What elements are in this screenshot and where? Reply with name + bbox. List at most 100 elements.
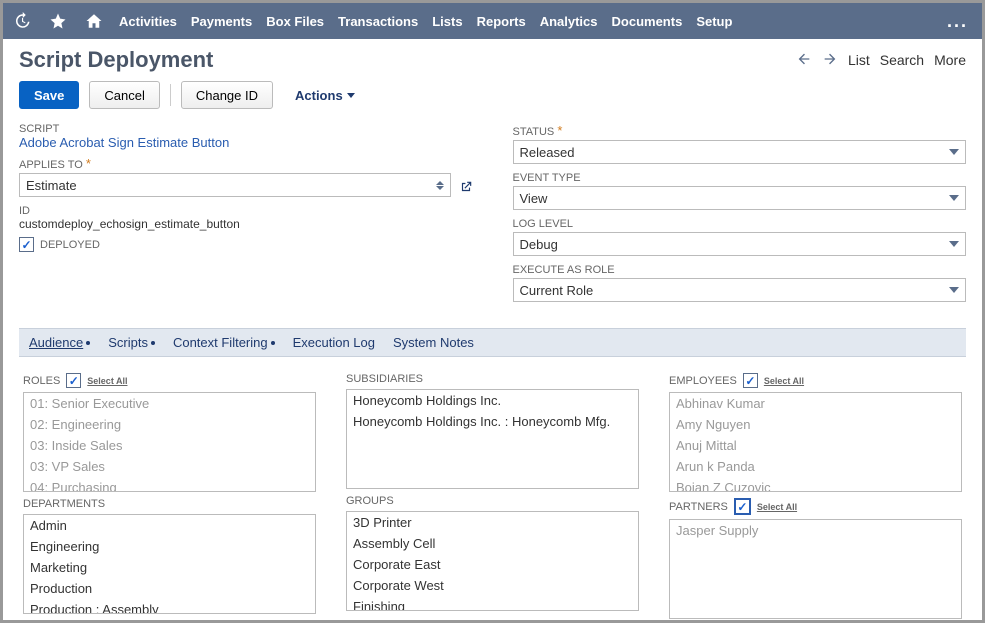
tab-contextfiltering[interactable]: Context Filtering	[173, 335, 275, 350]
popout-icon[interactable]	[459, 180, 473, 197]
status-label: STATUS *	[513, 123, 967, 138]
subsidiaries-listbox[interactable]: Honeycomb Holdings Inc. Honeycomb Holdin…	[346, 389, 639, 489]
list-item[interactable]: Admin	[24, 515, 315, 536]
page-title: Script Deployment	[19, 47, 796, 73]
dot-icon	[271, 341, 275, 345]
nav-reports[interactable]: Reports	[477, 14, 526, 29]
list-item[interactable]: 3D Printer	[347, 512, 638, 533]
tab-bar: Audience Scripts Context Filtering Execu…	[19, 328, 966, 357]
departments-listbox[interactable]: Admin Engineering Marketing Production P…	[23, 514, 316, 614]
home-icon[interactable]	[83, 10, 105, 32]
employees-selectall-checkbox[interactable]	[743, 373, 758, 388]
partners-selectall-link[interactable]: Select All	[757, 502, 797, 512]
tab-systemnotes[interactable]: System Notes	[393, 335, 474, 350]
actions-label: Actions	[295, 88, 343, 103]
nav-transactions[interactable]: Transactions	[338, 14, 418, 29]
star-icon[interactable]	[47, 10, 69, 32]
list-item[interactable]: Production : Assembly	[24, 599, 315, 614]
divider	[170, 84, 171, 106]
deployed-label: DEPLOYED	[40, 239, 100, 251]
nav-boxfiles[interactable]: Box Files	[266, 14, 324, 29]
executerole-label: EXECUTE AS ROLE	[513, 264, 967, 276]
top-nav: Activities Payments Box Files Transactio…	[3, 3, 982, 39]
list-item[interactable]: Production	[24, 578, 315, 599]
list-item[interactable]: Engineering	[24, 536, 315, 557]
employees-selectall-link[interactable]: Select All	[764, 376, 804, 386]
tab-audience[interactable]: Audience	[29, 335, 90, 350]
status-value: Released	[520, 145, 575, 160]
executerole-value: Current Role	[520, 283, 594, 298]
partners-listbox[interactable]: Jasper Supply	[669, 519, 962, 619]
list-item[interactable]: Abhinav Kumar	[670, 393, 961, 414]
nav-payments[interactable]: Payments	[191, 14, 252, 29]
loglevel-value: Debug	[520, 237, 558, 252]
eventtype-value: View	[520, 191, 548, 206]
status-select[interactable]: Released	[513, 140, 967, 164]
deployed-checkbox[interactable]	[19, 237, 34, 252]
nav-analytics[interactable]: Analytics	[540, 14, 598, 29]
list-item[interactable]: 02: Engineering	[24, 414, 315, 435]
list-item[interactable]: Honeycomb Holdings Inc. : Honeycomb Mfg.	[347, 411, 638, 432]
caret-down-icon	[949, 195, 959, 201]
executerole-select[interactable]: Current Role	[513, 278, 967, 302]
nav-documents[interactable]: Documents	[612, 14, 683, 29]
employees-label: EMPLOYEES	[669, 375, 737, 387]
id-label: ID	[19, 205, 473, 217]
script-link[interactable]: Adobe Acrobat Sign Estimate Button	[19, 135, 473, 150]
header-more-link[interactable]: More	[934, 52, 966, 68]
list-item[interactable]: Amy Nguyen	[670, 414, 961, 435]
caret-down-icon	[949, 287, 959, 293]
subsidiaries-label: SUBSIDIARIES	[346, 373, 423, 385]
caret-down-icon	[949, 149, 959, 155]
list-item[interactable]: 03: VP Sales	[24, 456, 315, 477]
list-item[interactable]: 03: Inside Sales	[24, 435, 315, 456]
list-item[interactable]: Corporate West	[347, 575, 638, 596]
partners-label: PARTNERS	[669, 501, 728, 513]
list-item[interactable]: Honeycomb Holdings Inc.	[347, 390, 638, 411]
list-item[interactable]: Arun k Panda	[670, 456, 961, 477]
nav-more-icon[interactable]: ...	[941, 11, 974, 32]
tab-scripts[interactable]: Scripts	[108, 335, 155, 350]
list-item[interactable]: Assembly Cell	[347, 533, 638, 554]
groups-label: GROUPS	[346, 495, 394, 507]
changeid-button[interactable]: Change ID	[181, 81, 273, 109]
save-button[interactable]: Save	[19, 81, 79, 109]
roles-selectall-checkbox[interactable]	[66, 373, 81, 388]
list-item[interactable]: Jasper Supply	[670, 520, 961, 541]
id-value: customdeploy_echosign_estimate_button	[19, 217, 473, 231]
departments-label: DEPARTMENTS	[23, 498, 105, 510]
roles-listbox[interactable]: 01: Senior Executive 02: Engineering 03:…	[23, 392, 316, 492]
list-item[interactable]: 01: Senior Executive	[24, 393, 315, 414]
appliesto-select[interactable]: Estimate	[19, 173, 451, 197]
list-item[interactable]: Corporate East	[347, 554, 638, 575]
eventtype-label: EVENT TYPE	[513, 172, 967, 184]
forward-arrow-icon[interactable]	[822, 51, 838, 70]
groups-listbox[interactable]: 3D Printer Assembly Cell Corporate East …	[346, 511, 639, 611]
appliesto-label: APPLIES TO *	[19, 156, 473, 171]
actions-menu[interactable]: Actions	[295, 88, 355, 103]
employees-listbox[interactable]: Abhinav Kumar Amy Nguyen Anuj Mittal Aru…	[669, 392, 962, 492]
list-item[interactable]: Finishing	[347, 596, 638, 611]
list-item[interactable]: Bojan Z Cuzovic	[670, 477, 961, 492]
header-search-link[interactable]: Search	[880, 52, 924, 68]
nav-setup[interactable]: Setup	[696, 14, 732, 29]
back-arrow-icon[interactable]	[796, 51, 812, 70]
loglevel-select[interactable]: Debug	[513, 232, 967, 256]
eventtype-select[interactable]: View	[513, 186, 967, 210]
caret-down-icon	[949, 241, 959, 247]
roles-selectall-link[interactable]: Select All	[87, 376, 127, 386]
roles-label: ROLES	[23, 375, 60, 387]
nav-activities[interactable]: Activities	[119, 14, 177, 29]
header-list-link[interactable]: List	[848, 52, 870, 68]
partners-selectall-checkbox[interactable]	[734, 498, 751, 515]
list-item[interactable]: Anuj Mittal	[670, 435, 961, 456]
list-item[interactable]: Marketing	[24, 557, 315, 578]
cancel-button[interactable]: Cancel	[89, 81, 159, 109]
history-icon[interactable]	[11, 10, 33, 32]
nav-lists[interactable]: Lists	[432, 14, 462, 29]
dot-icon	[86, 341, 90, 345]
list-item[interactable]: 04: Purchasing	[24, 477, 315, 492]
updown-icon	[436, 181, 444, 190]
script-label: SCRIPT	[19, 123, 473, 135]
tab-executionlog[interactable]: Execution Log	[293, 335, 375, 350]
